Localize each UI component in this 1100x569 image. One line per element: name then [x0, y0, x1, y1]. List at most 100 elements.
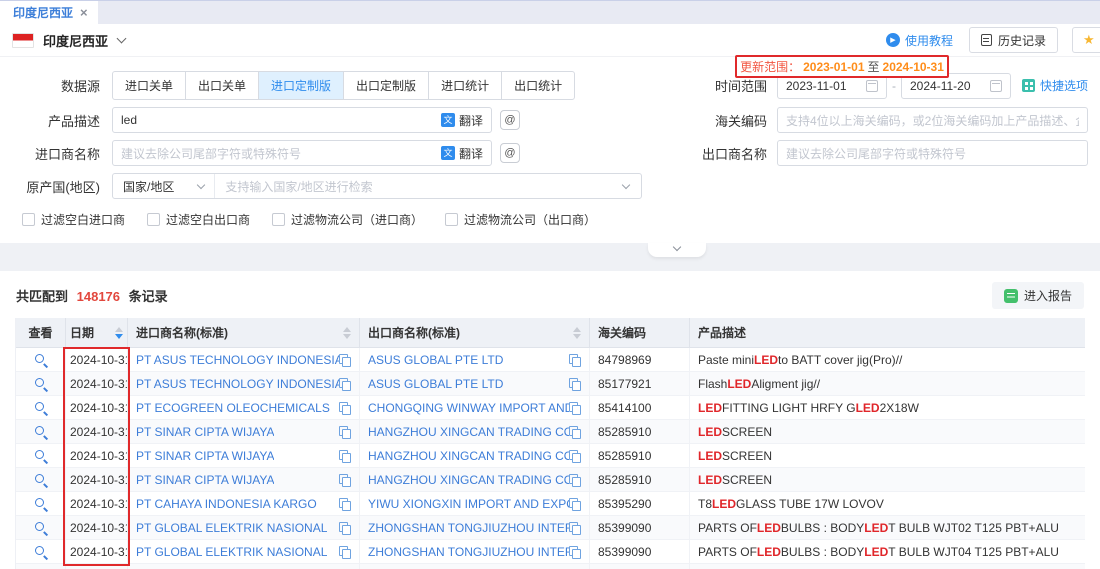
copy-icon[interactable]	[569, 354, 581, 366]
results-header: 共匹配到 148176 条记录 进入报告	[0, 271, 1100, 318]
copy-icon[interactable]	[569, 402, 581, 414]
view-search-icon[interactable]	[34, 425, 47, 438]
importer-link[interactable]: PT SINAR CIPTA WIJAYA	[136, 425, 274, 439]
report-icon	[1004, 289, 1018, 303]
datasource-tab-1[interactable]: 进口关单	[113, 72, 185, 99]
datasource-tab-3[interactable]: 进口定制版	[258, 72, 343, 99]
sort-icon[interactable]	[343, 327, 351, 339]
copy-icon[interactable]	[339, 426, 351, 438]
filter-checkbox-3[interactable]: 过滤物流公司（进口商）	[272, 211, 423, 228]
update-range-mid: 至	[868, 58, 880, 75]
row-hs-code: 85285910	[590, 420, 690, 444]
filter-panel: 数据源 进口关单出口关单进口定制版出口定制版进口统计出口统计 时间范围 2023…	[0, 57, 1100, 243]
exact-match-icon[interactable]	[500, 143, 520, 163]
close-icon[interactable]	[80, 6, 88, 19]
origin-input[interactable]: 国家/地区 支持输入国家/地区进行检索	[112, 173, 642, 199]
sort-icon[interactable]	[573, 327, 581, 339]
copy-icon[interactable]	[569, 522, 581, 534]
exporter-link[interactable]: ZHONGSHAN TONGJIUZHOU INTERNA...	[368, 545, 569, 559]
exporter-link[interactable]: HANGZHOU XINGCAN TRADING CO LTD	[368, 473, 569, 487]
view-search-icon[interactable]	[34, 497, 47, 510]
datasource-label: 数据源	[12, 76, 100, 95]
product-desc-input[interactable]: led 翻译	[112, 107, 492, 133]
filter-checkbox-4[interactable]: 过滤物流公司（出口商）	[445, 211, 596, 228]
datasource-tab-5[interactable]: 进口统计	[428, 72, 501, 99]
origin-select[interactable]: 国家/地区	[113, 174, 215, 198]
translate-button[interactable]: 翻译	[441, 112, 483, 129]
history-button[interactable]: 历史记录	[969, 27, 1058, 53]
datasource-tab-2[interactable]: 出口关单	[185, 72, 258, 99]
exporter-link[interactable]: HANGZHOU XINGCAN TRADING CO LTD	[368, 425, 569, 439]
enter-report-button[interactable]: 进入报告	[992, 282, 1084, 309]
column-header-3[interactable]: 进口商名称(标准)	[128, 318, 360, 348]
copy-icon[interactable]	[569, 426, 581, 438]
product-desc-row: 产品描述 led 翻译	[12, 107, 520, 133]
sort-icon[interactable]	[115, 327, 123, 339]
exporter-link[interactable]: ASUS GLOBAL PTE LTD	[368, 377, 503, 391]
view-search-icon[interactable]	[34, 473, 47, 486]
copy-icon[interactable]	[339, 450, 351, 462]
exporter-link[interactable]: ZHONGSHAN TONGJIUZHOU INTERNA...	[368, 521, 569, 535]
exporter-link[interactable]: HANGZHOU XINGCAN TRADING CO LTD	[368, 449, 569, 463]
view-search-icon[interactable]	[34, 545, 47, 558]
copy-icon[interactable]	[569, 474, 581, 486]
checkbox-icon[interactable]	[445, 213, 458, 226]
datasource-tab-4[interactable]: 出口定制版	[343, 72, 428, 99]
copy-icon[interactable]	[339, 498, 351, 510]
column-header-2[interactable]: 日期	[66, 318, 128, 348]
tutorial-link[interactable]: 使用教程	[886, 32, 953, 49]
hs-code-row: 海关编码 支持4位以上海关编码，或2位海关编码加上产品描述、企业名称的任意信息	[695, 107, 1088, 133]
row-date: 2024-10-31	[66, 468, 128, 492]
update-range-to: 2024-10-31	[883, 60, 944, 74]
copy-icon[interactable]	[339, 378, 351, 390]
checkbox-icon[interactable]	[272, 213, 285, 226]
collapse-handle[interactable]	[648, 243, 706, 257]
copy-icon[interactable]	[339, 474, 351, 486]
copy-icon[interactable]	[339, 522, 351, 534]
checkbox-icon[interactable]	[147, 213, 160, 226]
column-header-4[interactable]: 出口商名称(标准)	[360, 318, 590, 348]
row-date: 2024-10-31	[66, 564, 128, 569]
row-hs-code: 85414100	[590, 396, 690, 420]
copy-icon[interactable]	[569, 546, 581, 558]
favorite-button[interactable]	[1072, 27, 1100, 53]
filter-checkbox-2[interactable]: 过滤空白出口商	[147, 211, 250, 228]
importer-link[interactable]: PT GLOBAL ELEKTRIK NASIONAL	[136, 545, 327, 559]
calendar-icon	[990, 80, 1002, 92]
copy-icon[interactable]	[569, 378, 581, 390]
importer-link[interactable]: PT SINAR CIPTA WIJAYA	[136, 473, 274, 487]
importer-input[interactable]: 建议去除公司尾部字符或特殊符号 翻译	[112, 140, 492, 166]
view-search-icon[interactable]	[34, 449, 47, 462]
copy-icon[interactable]	[339, 546, 351, 558]
importer-link[interactable]: PT CAHAYA INDONESIA KARGO	[136, 497, 317, 511]
importer-link[interactable]: PT GLOBAL ELEKTRIK NASIONAL	[136, 521, 327, 535]
table-row: 2024-10-31PT ASUS TECHNOLOGY INDONESIA B…	[16, 348, 1085, 372]
datasource-tab-6[interactable]: 出口统计	[501, 72, 574, 99]
country-name: 印度尼西亚	[43, 31, 108, 50]
copy-icon[interactable]	[339, 402, 351, 414]
hs-code-input[interactable]: 支持4位以上海关编码，或2位海关编码加上产品描述、企业名称的任意信息	[777, 107, 1088, 133]
view-search-icon[interactable]	[34, 401, 47, 414]
filter-checkbox-1[interactable]: 过滤空白进口商	[22, 211, 125, 228]
tab-indonesia[interactable]: 印度尼西亚	[0, 1, 98, 24]
chevron-down-icon[interactable]	[117, 33, 127, 43]
importer-link[interactable]: PT ECOGREEN OLEOCHEMICALS	[136, 401, 330, 415]
copy-icon[interactable]	[569, 498, 581, 510]
exporter-input[interactable]: 建议去除公司尾部字符或特殊符号	[777, 140, 1088, 166]
importer-link[interactable]: PT ASUS TECHNOLOGY INDONESIA BA...	[136, 353, 339, 367]
exporter-link[interactable]: YIWU XIONGXIN IMPORT AND EXPORT...	[368, 497, 569, 511]
exporter-link[interactable]: ASUS GLOBAL PTE LTD	[368, 353, 503, 367]
quick-options-link[interactable]: 快捷选项	[1022, 77, 1088, 94]
importer-link[interactable]: PT ASUS TECHNOLOGY INDONESIA BA...	[136, 377, 339, 391]
checkbox-icon[interactable]	[22, 213, 35, 226]
exporter-link[interactable]: CHONGQING WINWAY IMPORT AND E...	[368, 401, 569, 415]
copy-icon[interactable]	[339, 354, 351, 366]
copy-icon[interactable]	[569, 450, 581, 462]
view-search-icon[interactable]	[34, 377, 47, 390]
view-search-icon[interactable]	[34, 353, 47, 366]
translate-button[interactable]: 翻译	[441, 145, 483, 162]
importer-link[interactable]: PT SINAR CIPTA WIJAYA	[136, 449, 274, 463]
exact-match-icon[interactable]	[500, 110, 520, 130]
view-search-icon[interactable]	[34, 521, 47, 534]
hs-code-placeholder: 支持4位以上海关编码，或2位海关编码加上产品描述、企业名称的任意信息	[786, 112, 1079, 129]
